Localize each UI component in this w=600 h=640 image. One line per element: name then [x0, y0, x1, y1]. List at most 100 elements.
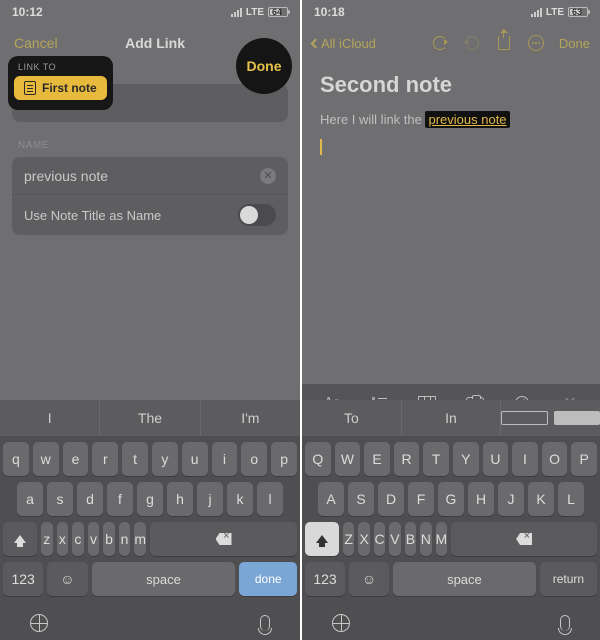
key-O[interactable]: O: [542, 442, 568, 476]
space-key[interactable]: space: [92, 562, 236, 596]
key-V[interactable]: V: [389, 522, 400, 556]
shift-key[interactable]: [3, 522, 37, 556]
key-R[interactable]: R: [394, 442, 420, 476]
key-r[interactable]: r: [92, 442, 118, 476]
key-p[interactable]: p: [271, 442, 297, 476]
space-key[interactable]: space: [393, 562, 536, 596]
key-e[interactable]: e: [63, 442, 89, 476]
key-i[interactable]: i: [212, 442, 238, 476]
key-h[interactable]: h: [167, 482, 193, 516]
key-N[interactable]: N: [420, 522, 431, 556]
share-button[interactable]: [495, 34, 513, 52]
key-f[interactable]: f: [107, 482, 133, 516]
cancel-button[interactable]: Cancel: [14, 35, 58, 51]
use-title-switch[interactable]: [238, 204, 276, 226]
key-a[interactable]: a: [17, 482, 43, 516]
suggestion-stickers[interactable]: [501, 400, 600, 436]
toggle-label: Use Note Title as Name: [24, 208, 161, 223]
key-M[interactable]: M: [436, 522, 448, 556]
backspace-key[interactable]: [150, 522, 297, 556]
use-title-toggle-row: Use Note Title as Name: [12, 195, 288, 235]
key-P[interactable]: P: [571, 442, 597, 476]
key-x[interactable]: x: [57, 522, 69, 556]
key-g[interactable]: g: [137, 482, 163, 516]
key-W[interactable]: W: [335, 442, 361, 476]
suggestion-bar: To In: [302, 400, 600, 436]
key-S[interactable]: S: [348, 482, 374, 516]
keyboard-done-key[interactable]: done: [239, 562, 297, 596]
return-key[interactable]: return: [540, 562, 597, 596]
key-u[interactable]: u: [182, 442, 208, 476]
note-editor[interactable]: Second note Here I will link the previou…: [302, 62, 600, 170]
numbers-key[interactable]: 123: [305, 562, 345, 596]
key-z[interactable]: z: [41, 522, 53, 556]
key-U[interactable]: U: [483, 442, 509, 476]
key-c[interactable]: c: [72, 522, 84, 556]
note-title: Second note: [320, 72, 582, 98]
key-k[interactable]: k: [227, 482, 253, 516]
key-d[interactable]: d: [77, 482, 103, 516]
done-button[interactable]: Done: [559, 36, 590, 51]
suggestion-bar: I The I'm: [0, 400, 300, 436]
key-K[interactable]: K: [528, 482, 554, 516]
key-B[interactable]: B: [405, 522, 416, 556]
shift-key[interactable]: [305, 522, 339, 556]
note-text: Here I will link the previous note: [320, 112, 582, 127]
suggestion[interactable]: To: [302, 400, 402, 436]
key-j[interactable]: j: [197, 482, 223, 516]
mic-icon[interactable]: [560, 615, 570, 631]
key-X[interactable]: X: [358, 522, 369, 556]
emoji-key[interactable]: ☺: [47, 562, 87, 596]
battery-icon: 63: [568, 7, 588, 17]
key-E[interactable]: E: [364, 442, 390, 476]
globe-icon[interactable]: [30, 614, 48, 632]
linkto-suggestion-popover: LINK TO First note: [8, 56, 113, 110]
suggestion[interactable]: In: [402, 400, 502, 436]
key-A[interactable]: A: [318, 482, 344, 516]
key-m[interactable]: m: [134, 522, 146, 556]
suggestion[interactable]: The: [100, 400, 200, 436]
key-y[interactable]: y: [152, 442, 178, 476]
linkto-chip-label: First note: [42, 81, 97, 95]
clear-icon[interactable]: ✕: [260, 168, 276, 184]
key-F[interactable]: F: [408, 482, 434, 516]
emoji-key[interactable]: ☺: [349, 562, 389, 596]
key-Z[interactable]: Z: [343, 522, 354, 556]
key-s[interactable]: s: [47, 482, 73, 516]
key-L[interactable]: L: [558, 482, 584, 516]
key-q[interactable]: q: [3, 442, 29, 476]
globe-icon[interactable]: [332, 614, 350, 632]
key-Y[interactable]: Y: [453, 442, 479, 476]
key-D[interactable]: D: [378, 482, 404, 516]
undo-button[interactable]: [431, 34, 449, 52]
key-v[interactable]: v: [88, 522, 100, 556]
back-button[interactable]: All iCloud: [312, 36, 376, 51]
key-o[interactable]: o: [241, 442, 267, 476]
key-t[interactable]: t: [122, 442, 148, 476]
numbers-key[interactable]: 123: [3, 562, 43, 596]
key-H[interactable]: H: [468, 482, 494, 516]
mic-icon[interactable]: [260, 615, 270, 631]
status-time: 10:18: [314, 5, 345, 19]
signal-icon: [531, 8, 542, 17]
note-link[interactable]: previous note: [425, 111, 509, 128]
more-button[interactable]: [527, 34, 545, 52]
key-T[interactable]: T: [423, 442, 449, 476]
key-b[interactable]: b: [103, 522, 115, 556]
backspace-key[interactable]: [451, 522, 597, 556]
key-C[interactable]: C: [374, 522, 385, 556]
battery-icon: 64: [268, 7, 288, 17]
key-l[interactable]: l: [257, 482, 283, 516]
suggestion[interactable]: I: [0, 400, 100, 436]
suggestion[interactable]: I'm: [201, 400, 300, 436]
key-J[interactable]: J: [498, 482, 524, 516]
status-net: LTE: [246, 7, 264, 18]
linkto-chip-first-note[interactable]: First note: [14, 76, 107, 100]
key-w[interactable]: w: [33, 442, 59, 476]
key-Q[interactable]: Q: [305, 442, 331, 476]
key-I[interactable]: I: [512, 442, 538, 476]
key-n[interactable]: n: [119, 522, 131, 556]
key-G[interactable]: G: [438, 482, 464, 516]
name-input-row[interactable]: previous note ✕: [12, 157, 288, 195]
done-button[interactable]: Done: [236, 38, 292, 94]
